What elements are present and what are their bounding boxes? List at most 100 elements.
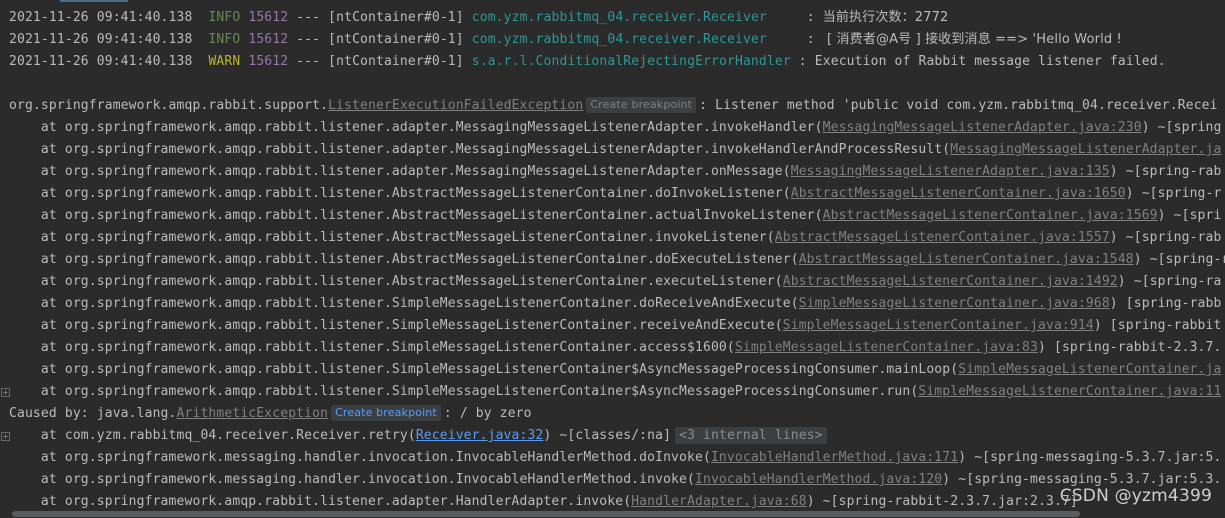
frame-library: ) ~[spring-ra <box>1117 274 1222 289</box>
frame-library: ) [spring-rabbit-2.3.7. <box>1038 340 1222 355</box>
log-timestamp: 2021-11-26 09:41:40.138 <box>9 32 193 47</box>
log-separator: --- <box>296 10 321 25</box>
horizontal-scrollbar[interactable] <box>0 510 1225 518</box>
log-message: 当前执行次数：2772 <box>822 10 949 25</box>
frame-library: ) [spring-rabb <box>1109 296 1222 311</box>
frame-library: ) ~[classes/:na] <box>543 428 672 443</box>
cause-class-link[interactable]: ArithmeticException <box>177 406 329 421</box>
frame-source-link[interactable]: SimpleMessageListenerContainer.java:914 <box>783 318 1094 333</box>
stack-frame: at org.springframework.amqp.rabbit.liste… <box>9 249 1225 271</box>
frame-method: at org.springframework.amqp.rabbit.liste… <box>9 120 823 135</box>
frame-source-link[interactable]: HandlerAdapter.java:68 <box>631 494 807 509</box>
stack-frame: at org.springframework.amqp.rabbit.liste… <box>9 139 1221 161</box>
stack-frame: at com.yzm.rabbitmq_04.receiver.Receiver… <box>9 425 827 447</box>
caused-by-prefix: Caused by: java.lang. <box>9 406 177 421</box>
log-pid: 15612 <box>248 54 289 69</box>
frame-source-link[interactable]: AbstractMessageListenerContainer.java:15… <box>799 252 1134 267</box>
frame-method: at org.springframework.amqp.rabbit.liste… <box>9 296 799 311</box>
frame-source-link[interactable]: AbstractMessageListenerContainer.java:14… <box>783 274 1118 289</box>
log-colon: : <box>798 54 807 69</box>
stack-frame: at org.springframework.amqp.rabbit.liste… <box>9 205 1221 227</box>
exception-package: org.springframework.amqp.rabbit.support. <box>9 98 329 113</box>
log-thread: [ntContainer#0-1] <box>328 32 464 47</box>
log-timestamp: 2021-11-26 09:41:40.138 <box>9 54 193 69</box>
stack-frame: at org.springframework.amqp.rabbit.liste… <box>9 117 1221 139</box>
run-console[interactable]: 2021-11-26 09:41:40.138 INFO 15612 --- [… <box>0 0 1225 510</box>
exception-message: : Listener method 'public void com.yzm.r… <box>699 98 1218 113</box>
log-pid: 15612 <box>248 10 289 25</box>
frame-method: at org.springframework.amqp.rabbit.liste… <box>9 164 791 179</box>
frame-method: at com.yzm.rabbitmq_04.receiver.Receiver… <box>9 428 416 443</box>
frame-source-link[interactable]: MessagingMessageListenerAdapter.java:230 <box>823 120 1142 135</box>
log-separator: --- <box>296 54 321 69</box>
create-breakpoint-button[interactable]: Create breakpoint <box>586 97 697 113</box>
stack-frame: at org.springframework.amqp.rabbit.liste… <box>9 183 1221 205</box>
frame-library: ) ~[spri <box>1157 208 1222 223</box>
log-level: INFO <box>208 10 241 25</box>
frame-source-link[interactable]: SimpleMessageListenerContainer.ja <box>958 362 1221 377</box>
frame-library: ) ~[spring-r <box>1125 186 1222 201</box>
tab-indicator <box>60 0 128 2</box>
frame-method: at org.springframework.amqp.rabbit.liste… <box>9 252 799 267</box>
frame-library: ) ~[spring <box>1141 120 1222 135</box>
log-colon: : <box>806 10 815 25</box>
frame-library: ) ~[spring-rabbit-2.3.7.jar:2.3.7] <box>806 494 1078 509</box>
frame-library: ) ~[spring-rab <box>1109 164 1222 179</box>
frame-method: at org.springframework.amqp.rabbit.liste… <box>9 274 783 289</box>
log-thread: [ntContainer#0-1] <box>328 10 464 25</box>
log-level: WARN <box>208 54 241 69</box>
stack-frame: at org.springframework.amqp.rabbit.liste… <box>9 271 1221 293</box>
log-logger[interactable]: com.yzm.rabbitmq_04.receiver.Receiver <box>472 10 799 25</box>
log-logger[interactable]: com.yzm.rabbitmq_04.receiver.Receiver <box>472 32 799 47</box>
log-separator: --- <box>296 32 321 47</box>
internal-lines-fold[interactable]: <3 internal lines> <box>675 427 827 444</box>
frame-library: ) ~[spring-messaging-5.3.7.jar:5.3. <box>942 472 1222 487</box>
frame-source-link[interactable]: MessagingMessageListenerAdapter.java:135 <box>791 164 1110 179</box>
stack-frame: at org.springframework.amqp.rabbit.liste… <box>9 359 1221 381</box>
frame-library: ) ~[spring-messaging-5.3.7.jar:5. <box>958 450 1222 465</box>
frame-method: at org.springframework.amqp.rabbit.liste… <box>9 230 775 245</box>
stack-frame: at org.springframework.amqp.rabbit.liste… <box>9 315 1221 337</box>
frame-method: at org.springframework.amqp.rabbit.liste… <box>9 384 919 399</box>
frame-source-link[interactable]: SimpleMessageListenerContainer.java:83 <box>735 340 1038 355</box>
log-timestamp: 2021-11-26 09:41:40.138 <box>9 10 193 25</box>
frame-method: at org.springframework.amqp.rabbit.liste… <box>9 142 951 157</box>
frame-method: at org.springframework.amqp.rabbit.liste… <box>9 318 783 333</box>
log-message: [ 消费者@A号 ] 接收到消息 ==> 'Hello World ! <box>822 32 1122 47</box>
frame-method: at org.springframework.messaging.handler… <box>9 450 711 465</box>
frame-source-link[interactable]: Receiver.java:32 <box>416 428 544 443</box>
exception-class-link[interactable]: ListenerExecutionFailedException <box>328 98 583 113</box>
frame-method: at org.springframework.amqp.rabbit.liste… <box>9 208 823 223</box>
cause-message: : / by zero <box>443 406 532 421</box>
log-thread: [ntContainer#0-1] <box>328 54 464 69</box>
log-line: 2021-11-26 09:41:40.138 INFO 15612 --- [… <box>9 29 1122 51</box>
frame-source-link[interactable]: SimpleMessageListenerContainer.java:11 <box>918 384 1221 399</box>
frame-source-link[interactable]: MessagingMessageListenerAdapter.ja <box>950 142 1221 157</box>
stack-frame: at org.springframework.messaging.handler… <box>9 469 1221 491</box>
stack-frame: at org.springframework.amqp.rabbit.liste… <box>9 491 1078 510</box>
frame-source-link[interactable]: InvocableHandlerMethod.java:171 <box>711 450 958 465</box>
frame-source-link[interactable]: AbstractMessageListenerContainer.java:15… <box>775 230 1110 245</box>
log-colon: : <box>806 32 815 47</box>
frame-source-link[interactable]: SimpleMessageListenerContainer.java:968 <box>799 296 1110 311</box>
frame-method: at org.springframework.amqp.rabbit.liste… <box>9 494 632 509</box>
stack-frame: at org.springframework.messaging.handler… <box>9 447 1221 469</box>
frame-source-link[interactable]: InvocableHandlerMethod.java:120 <box>695 472 942 487</box>
scrollbar-thumb[interactable] <box>12 511 1080 517</box>
frame-library: ) [spring-rabbit <box>1093 318 1222 333</box>
log-message: Execution of Rabbit message listener fai… <box>814 54 1166 69</box>
stack-frame: at org.springframework.amqp.rabbit.liste… <box>9 227 1221 249</box>
frame-method: at org.springframework.amqp.rabbit.liste… <box>9 186 791 201</box>
stack-frame: at org.springframework.amqp.rabbit.liste… <box>9 161 1221 183</box>
frame-source-link[interactable]: AbstractMessageListenerContainer.java:15… <box>823 208 1158 223</box>
create-breakpoint-button[interactable]: Create breakpoint <box>331 405 441 421</box>
csdn-watermark: CSDN @yzm4399 <box>1059 486 1212 506</box>
frame-method: at org.springframework.amqp.rabbit.liste… <box>9 340 735 355</box>
frame-source-link[interactable]: AbstractMessageListenerContainer.java:16… <box>791 186 1126 201</box>
log-line: 2021-11-26 09:41:40.138 WARN 15612 --- [… <box>9 51 1166 73</box>
log-level: INFO <box>208 32 241 47</box>
stack-frame: at org.springframework.amqp.rabbit.liste… <box>9 337 1221 359</box>
log-logger[interactable]: s.a.r.l.ConditionalRejectingErrorHandler <box>472 54 791 69</box>
stack-frame: at org.springframework.amqp.rabbit.liste… <box>9 381 1221 403</box>
frame-library: ) ~[spring-rab <box>1109 230 1222 245</box>
